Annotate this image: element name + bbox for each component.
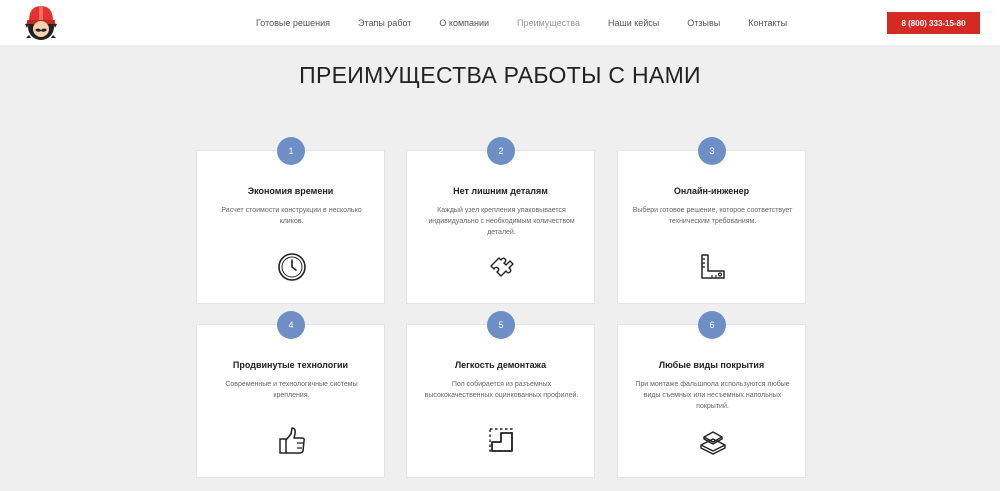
main-nav: Готовые решения Этапы работ О компании П…	[256, 0, 815, 45]
phone-button[interactable]: 8 (800) 333-15-80	[887, 12, 980, 34]
thumbs-up-icon	[279, 427, 305, 454]
nav-item-reviews[interactable]: Отзывы	[687, 18, 720, 28]
advantage-card: 4 Продвинутые технологии Современные и т…	[196, 311, 385, 478]
card-number-badge: 5	[487, 311, 515, 339]
card-text: Современные и технологичные системы креп…	[225, 381, 358, 399]
card-title: Онлайн-инженер	[673, 186, 750, 196]
advantage-card: 3 Онлайн-инженер Выбери готовое решение,…	[617, 137, 806, 304]
card-title: Легкость демонтажа	[454, 360, 547, 370]
card-title: Продвинутые технологии	[232, 360, 349, 370]
card-number-badge: 1	[277, 137, 305, 165]
nav-item-contacts[interactable]: Контакты	[748, 18, 787, 28]
advantage-card: 6 Любые виды покрытия При монтаже фальшп…	[617, 311, 806, 478]
card-number-badge: 3	[698, 137, 726, 165]
nav-item-stages[interactable]: Этапы работ	[358, 18, 411, 28]
nav-item-cases[interactable]: Наши кейсы	[608, 18, 659, 28]
card-text: Каждый узел крепления упаковывается инди…	[428, 207, 575, 236]
card-text: Расчет стоимости конструкции в несколько…	[221, 207, 362, 225]
card-number-badge: 6	[698, 311, 726, 339]
ruler-icon	[701, 254, 725, 279]
card-text: При монтаже фальшпола используются любые…	[635, 381, 790, 410]
card-title: Экономия времени	[247, 186, 334, 196]
card-text: Выбери готовое решение, которое соответс…	[632, 207, 793, 225]
logo-icon[interactable]	[20, 2, 62, 44]
layers-icon	[700, 431, 726, 455]
advantage-card: 2 Нет лишним деталям Каждый узел креплен…	[406, 137, 595, 304]
frame-icon	[489, 428, 513, 452]
card-number-badge: 2	[487, 137, 515, 165]
advantage-card: 1 Экономия времени Расчет стоимости конс…	[196, 137, 385, 304]
site-header: Готовые решения Этапы работ О компании П…	[0, 0, 1000, 45]
nav-item-about[interactable]: О компании	[439, 18, 489, 28]
nav-item-solutions[interactable]: Готовые решения	[256, 18, 330, 28]
card-title: Нет лишним деталям	[453, 186, 548, 196]
advantage-card: 5 Легкость демонтажа Пол собирается из р…	[406, 311, 595, 478]
section-title: ПРЕИМУЩЕСТВА РАБОТЫ С НАМИ	[299, 62, 701, 88]
card-number-badge: 4	[277, 311, 305, 339]
puzzle-icon	[490, 257, 514, 277]
card-text: Пол собирается из разъемных высококачест…	[424, 381, 579, 399]
card-title: Любые виды покрытия	[658, 360, 765, 370]
clock-icon	[278, 253, 306, 281]
nav-item-advantages[interactable]: Преимущества	[517, 18, 580, 28]
